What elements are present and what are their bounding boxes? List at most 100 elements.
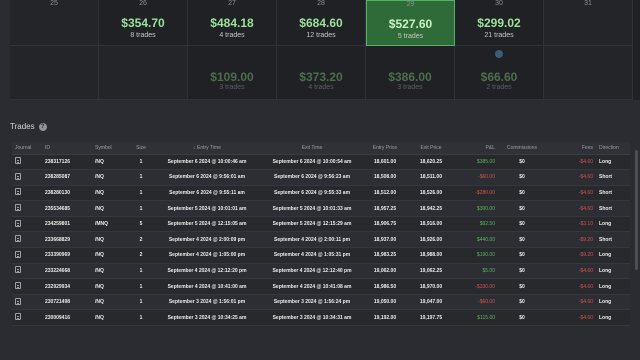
col-header-size[interactable]: Size — [130, 142, 152, 155]
trade-id: 233668829 — [42, 231, 92, 249]
trade-pnl: $300.00 — [454, 200, 498, 217]
trade-entry-time: September 3 2024 @ 10:34:25 am — [152, 309, 262, 327]
trade-symbol: /NQ — [92, 185, 130, 202]
trade-exit-price: 18,988.00 — [408, 247, 454, 264]
table-row[interactable]: 238285087/NQ 1 September 6 2024 @ 9:56:01 … — [12, 169, 630, 186]
journal-note-icon[interactable] — [15, 297, 21, 305]
table-row[interactable]: 233668829/NQ 2 September 4 2024 @ 2:00:09 … — [12, 231, 630, 249]
journal-note-icon[interactable] — [15, 266, 21, 274]
calendar-day-cell[interactable] — [544, 46, 633, 100]
col-header-exit-price[interactable]: Exit Price — [408, 142, 454, 155]
journal-note-icon[interactable] — [15, 235, 21, 243]
calendar-day-cell[interactable] — [10, 46, 99, 100]
trade-entry-time: September 6 2024 @ 10:00:46 am — [152, 154, 262, 171]
trade-id: 230721498 — [42, 294, 92, 311]
table-row[interactable]: 233390969/NQ 2 September 4 2024 @ 1:05:00 … — [12, 247, 630, 264]
trade-entry-price: 19,192.00 — [362, 309, 408, 327]
col-header-pnl[interactable]: P&L — [454, 142, 498, 155]
day-number: 31 — [584, 0, 592, 7]
calendar-day-cell[interactable]: 26 $354.70 8 trades — [99, 0, 188, 46]
journal-cell — [12, 309, 42, 327]
calendar-day-cell[interactable]: 29 $527.60 5 trades — [366, 0, 455, 46]
trade-entry-price: 18,986.50 — [362, 278, 408, 295]
calendar-day-cell[interactable]: $373.20 4 trades — [277, 46, 366, 100]
calendar-day-cell[interactable]: 31 — [544, 0, 633, 46]
trade-fees: -$4.60 — [546, 294, 596, 311]
day-number: 29 — [406, 1, 415, 8]
journal-cell — [12, 278, 42, 295]
journal-note-icon[interactable] — [15, 157, 21, 165]
trade-size: 2 — [130, 247, 152, 264]
table-row[interactable]: 238280130/NQ 1 September 6 2024 @ 9:55:11 … — [12, 185, 630, 202]
day-number: 30 — [495, 0, 503, 7]
calendar-day-cell[interactable] — [99, 46, 188, 100]
calendar-day-cell[interactable]: $109.00 3 trades — [188, 46, 277, 100]
col-header-commissions[interactable]: Commissions — [498, 142, 546, 155]
trade-exit-price: 18,526.00 — [408, 185, 454, 202]
trade-commissions: $0 — [498, 263, 546, 280]
trades-table: Journal ID Symbol Size ↓ Entry Time Exit… — [12, 142, 630, 327]
trade-id: 234259801 — [42, 216, 92, 233]
trade-size: 1 — [130, 185, 152, 202]
table-scrollbar[interactable] — [635, 150, 638, 270]
trade-id: 235534685 — [42, 200, 92, 217]
journal-note-icon[interactable] — [15, 219, 21, 227]
trade-commissions: $0 — [498, 200, 546, 217]
journal-note-icon[interactable] — [15, 204, 21, 212]
table-row[interactable]: 235534685/NQ 1 September 5 2024 @ 10:01:01… — [12, 200, 630, 217]
trade-commissions: $0 — [498, 247, 546, 264]
trades-section-header: Trades ? — [10, 122, 47, 131]
col-header-journal[interactable]: Journal — [12, 142, 42, 155]
trade-entry-price: 18,937.00 — [362, 231, 408, 249]
trade-commissions: $0 — [498, 185, 546, 202]
calendar-day-cell[interactable]: 27 $484.18 4 trades — [188, 0, 277, 46]
calendar-day-cell[interactable]: 30 $299.02 21 trades — [455, 0, 544, 46]
day-pnl: $527.60 — [388, 17, 433, 31]
journal-note-icon[interactable] — [15, 313, 21, 321]
trade-entry-price: 18,957.25 — [362, 200, 408, 217]
col-header-direction[interactable]: Direction — [596, 142, 630, 155]
journal-note-icon[interactable] — [15, 250, 21, 258]
table-row[interactable]: 232929934/NQ 1 September 4 2024 @ 10:41:00… — [12, 278, 630, 295]
col-header-entry-time[interactable]: ↓ Entry Time — [152, 142, 262, 155]
trade-id: 233224668 — [42, 263, 92, 280]
trade-pnl: $190.00 — [454, 247, 498, 264]
journal-note-icon[interactable] — [15, 282, 21, 290]
trade-exit-time: September 6 2024 @ 10:00:54 am — [262, 154, 362, 171]
calendar-week-2: $109.00 3 trades $373.20 4 trades $386.00 3 t… — [10, 46, 640, 100]
calendar-day-cell[interactable]: $386.00 3 trades — [366, 46, 455, 100]
trade-direction: Long — [596, 278, 630, 295]
journal-cell — [12, 185, 42, 202]
calendar-day-cell[interactable]: 25 — [10, 0, 99, 46]
day-trade-count: 3 trades — [397, 84, 423, 91]
col-header-entry-price[interactable]: Entry Price — [362, 142, 408, 155]
table-row[interactable]: 233224668/NQ 1 September 4 2024 @ 12:12:20… — [12, 263, 630, 280]
trade-size: 1 — [130, 154, 152, 171]
table-row[interactable]: 230721498/NQ 1 September 3 2024 @ 1:56:01 … — [12, 294, 630, 311]
journal-cell — [12, 216, 42, 233]
trade-fees: -$4.60 — [546, 154, 596, 171]
trade-id: 233390969 — [42, 247, 92, 264]
trade-entry-price: 18,983.25 — [362, 247, 408, 264]
table-row[interactable]: 230009416/NQ 1 September 3 2024 @ 10:34:25… — [12, 309, 630, 327]
trade-symbol: /NQ — [92, 231, 130, 249]
journal-note-icon[interactable] — [15, 172, 21, 180]
trade-entry-price: 18,508.00 — [362, 169, 408, 186]
col-header-symbol[interactable]: Symbol — [92, 142, 130, 155]
table-row[interactable]: 238317126/NQ 1 September 6 2024 @ 10:00:46… — [12, 154, 630, 171]
trade-size: 1 — [130, 263, 152, 280]
help-icon[interactable]: ? — [38, 122, 47, 131]
trade-exit-time: September 4 2024 @ 2:00:11 pm — [262, 231, 362, 249]
col-header-fees[interactable]: Fees — [546, 142, 596, 155]
calendar-day-cell[interactable]: 28 $684.60 12 trades — [277, 0, 366, 46]
trade-commissions: $0 — [498, 294, 546, 311]
trade-commissions: $0 — [498, 216, 546, 233]
col-header-exit-time[interactable]: Exit Time — [262, 142, 362, 155]
table-row[interactable]: 234259801/MNQ 5 September 5 2024 @ 12:15:0… — [12, 216, 630, 233]
calendar-day-cell[interactable]: $66.60 2 trades — [455, 46, 544, 100]
sort-down-icon: ↓ — [193, 144, 196, 151]
journal-note-icon[interactable] — [15, 188, 21, 196]
journal-cell — [12, 231, 42, 249]
day-number: 26 — [139, 0, 147, 7]
col-header-id[interactable]: ID — [42, 142, 92, 155]
